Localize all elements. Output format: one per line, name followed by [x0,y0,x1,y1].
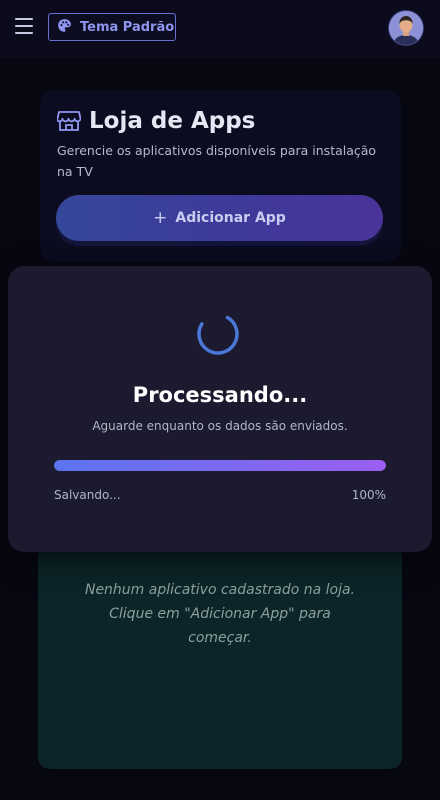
empty-state-line-2: Clique em "Adicionar App" para começar. [109,606,331,646]
store-icon [57,110,81,132]
processing-modal: Processando... Aguarde enquanto os dados… [8,266,432,552]
progress-status: Salvando... [54,488,121,502]
palette-icon [57,18,72,37]
progress-bar [54,460,386,471]
app-store-card: Loja de Apps Gerencie os aplicativos dis… [40,90,401,262]
add-app-label: Adicionar App [175,210,286,226]
empty-state-line-1: Nenhum aplicativo cadastrado na loja. [84,582,356,598]
empty-state-message: Nenhum aplicativo cadastrado na loja. Cl… [38,578,402,650]
progress-percent: 100% [351,488,386,502]
user-avatar[interactable] [389,11,423,45]
store-header: Loja de Apps [57,108,255,134]
empty-apps-card: Nenhum aplicativo cadastrado na loja. Cl… [38,545,402,769]
page-title: Loja de Apps [89,108,256,134]
theme-label: Tema Padrão [80,19,175,35]
top-bar: Tema Padrão [0,0,440,58]
hamburger-menu-icon[interactable] [15,18,33,34]
progress-bar-fill [54,460,386,471]
theme-selector-button[interactable]: Tema Padrão [48,13,176,41]
modal-title: Processando... [132,383,308,407]
modal-subtitle: Aguarde enquanto os dados são enviados. [92,419,348,433]
loading-spinner-icon [195,311,241,357]
page-subtitle: Gerencie os aplicativos disponíveis para… [57,143,377,179]
add-app-button[interactable]: + Adicionar App [56,195,383,241]
plus-icon: + [153,208,168,228]
